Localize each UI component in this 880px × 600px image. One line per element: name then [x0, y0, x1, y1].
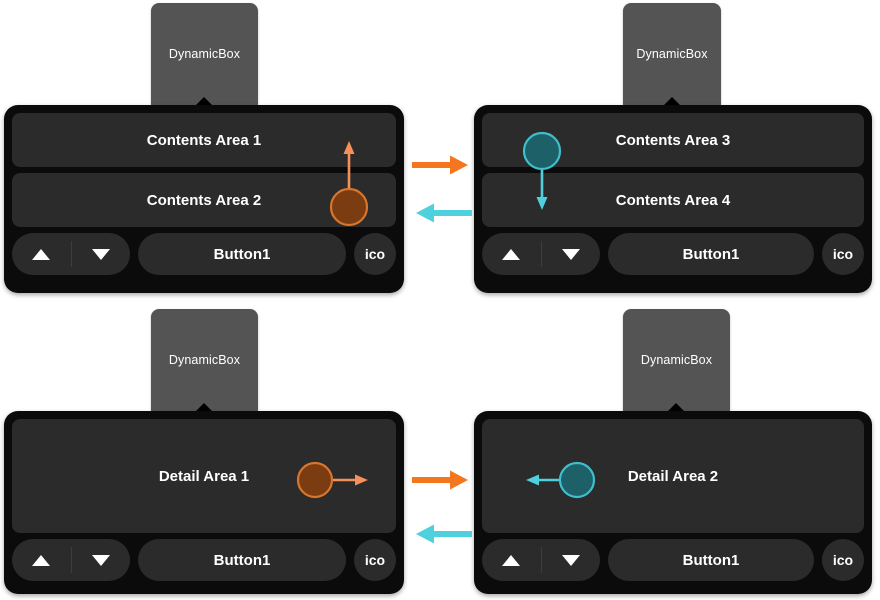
button1-label: Button1 — [213, 551, 271, 569]
stepper-down-button[interactable] — [72, 233, 131, 275]
content-area-1-label: Contents Area 1 — [146, 131, 262, 149]
triangle-down-icon — [91, 248, 110, 260]
transition-arrow-top-back — [416, 203, 472, 223]
content-area-3-label: Contents Area 3 — [615, 131, 731, 149]
stepper-control[interactable] — [482, 539, 600, 581]
device-body: Contents Area 3 Contents Area 4 Button1 … — [474, 105, 872, 293]
triangle-up-icon — [502, 554, 521, 566]
triangle-down-icon — [561, 554, 580, 566]
content-area-3[interactable]: Contents Area 3 — [482, 113, 864, 167]
detail-area-2[interactable]: Detail Area 2 — [482, 419, 864, 533]
device-body: Detail Area 2 Button1 ico — [474, 411, 872, 594]
stepper-up-button[interactable] — [12, 233, 71, 275]
diagram-canvas: DynamicBox Contents Area 1 Contents Area… — [0, 0, 880, 600]
stepper-up-button[interactable] — [12, 539, 71, 581]
detail-area-1[interactable]: Detail Area 1 — [12, 419, 396, 533]
triangle-up-icon — [32, 248, 51, 260]
dynamicbox-tab-label: DynamicBox — [168, 353, 241, 367]
button1[interactable]: Button1 — [138, 539, 346, 581]
triangle-down-icon — [91, 554, 110, 566]
stepper-up-button[interactable] — [482, 233, 541, 275]
ico-button-label: ico — [832, 246, 854, 262]
ico-button-label: ico — [364, 246, 386, 262]
device-body: Contents Area 1 Contents Area 2 Button1 … — [4, 105, 404, 293]
ico-button-label: ico — [832, 552, 854, 568]
stepper-down-button[interactable] — [542, 539, 601, 581]
transition-arrow-bottom-back — [416, 524, 472, 544]
stepper-control[interactable] — [12, 233, 130, 275]
dynamicbox-tab-label: DynamicBox — [636, 47, 708, 61]
ico-button-label: ico — [364, 552, 386, 568]
dynamicbox-tab-label: DynamicBox — [168, 47, 241, 61]
dynamicbox-tab[interactable]: DynamicBox — [623, 309, 730, 414]
dynamicbox-tab-label: DynamicBox — [640, 353, 713, 367]
detail-area-2-label: Detail Area 2 — [627, 467, 719, 485]
transition-arrow-bottom-forward — [412, 470, 468, 490]
triangle-down-icon — [561, 248, 580, 260]
footer-bar: Button1 ico — [482, 539, 864, 581]
ico-button[interactable]: ico — [822, 539, 864, 581]
button1-label: Button1 — [682, 551, 740, 569]
triangle-up-icon — [32, 554, 51, 566]
content-area-1[interactable]: Contents Area 1 — [12, 113, 396, 167]
ico-button[interactable]: ico — [354, 539, 396, 581]
content-area-2[interactable]: Contents Area 2 — [12, 173, 396, 227]
footer-bar: Button1 ico — [12, 539, 396, 581]
content-area-2-label: Contents Area 2 — [146, 191, 262, 209]
ico-button[interactable]: ico — [822, 233, 864, 275]
content-area-4[interactable]: Contents Area 4 — [482, 173, 864, 227]
transition-arrow-top-forward — [412, 155, 468, 175]
stepper-up-button[interactable] — [482, 539, 541, 581]
stepper-down-button[interactable] — [542, 233, 601, 275]
button1[interactable]: Button1 — [138, 233, 346, 275]
detail-area-1-label: Detail Area 1 — [158, 467, 250, 485]
dynamicbox-tab[interactable]: DynamicBox — [623, 3, 721, 108]
button1[interactable]: Button1 — [608, 233, 814, 275]
dynamicbox-tab[interactable]: DynamicBox — [151, 3, 258, 108]
content-area-4-label: Contents Area 4 — [615, 191, 731, 209]
ico-button[interactable]: ico — [354, 233, 396, 275]
stepper-control[interactable] — [12, 539, 130, 581]
device-body: Detail Area 1 Button1 ico — [4, 411, 404, 594]
button1-label: Button1 — [682, 245, 740, 263]
triangle-up-icon — [502, 248, 521, 260]
button1[interactable]: Button1 — [608, 539, 814, 581]
dynamicbox-tab[interactable]: DynamicBox — [151, 309, 258, 414]
stepper-control[interactable] — [482, 233, 600, 275]
stepper-down-button[interactable] — [72, 539, 131, 581]
button1-label: Button1 — [213, 245, 271, 263]
footer-bar: Button1 ico — [482, 233, 864, 275]
footer-bar: Button1 ico — [12, 233, 396, 275]
